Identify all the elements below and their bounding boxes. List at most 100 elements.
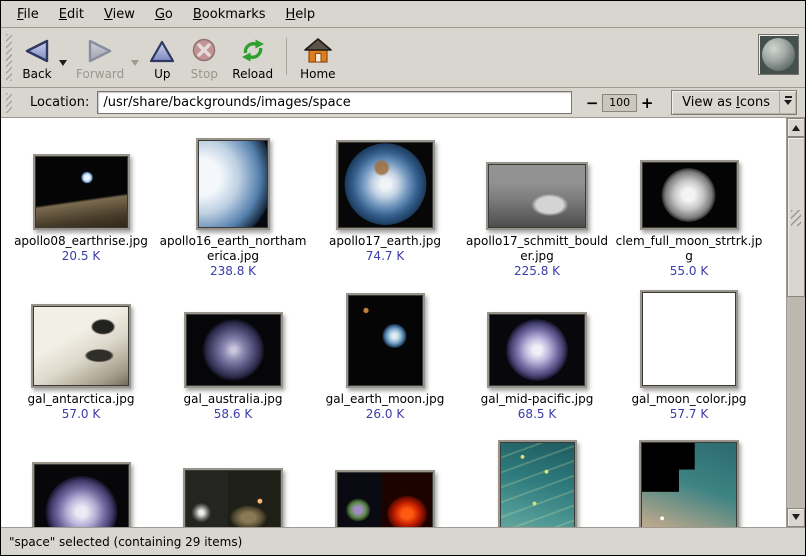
file-item-gal_antarctica.jpg[interactable]: gal_antarctica.jpg57.0 K — [5, 288, 157, 440]
thumbnail-image — [183, 468, 283, 527]
status-text: "space" selected (containing 29 items) — [9, 535, 242, 549]
file-size: 238.8 K — [210, 264, 256, 279]
file-size: 57.0 K — [62, 407, 100, 422]
file-row-3 — [5, 440, 786, 527]
throbber — [758, 34, 799, 75]
thumbnail-image — [639, 440, 739, 527]
file-name: apollo08_earthrise.jpg — [7, 234, 155, 249]
menu-bookmarks[interactable]: Bookmarks — [185, 3, 274, 26]
scrollbar-thumb[interactable] — [787, 137, 805, 297]
stop-button[interactable]: Stop — [183, 30, 225, 85]
icon-view[interactable]: apollo08_earthrise.jpg20.5 Kapollo16_ear… — [1, 118, 786, 527]
zoom-out-button[interactable]: − — [584, 94, 600, 112]
file-size: 74.7 K — [366, 249, 404, 264]
file-name: gal_earth_moon.jpg — [311, 392, 459, 407]
file-item-apollo16_earth_northamerica.jpg[interactable]: apollo16_earth_northamerica.jpg238.8 K — [157, 126, 309, 288]
thumbnail-image — [336, 140, 435, 230]
file-item-apollo17_earth.jpg[interactable]: apollo17_earth.jpg74.7 K — [309, 126, 461, 288]
menu-help[interactable]: Help — [278, 3, 324, 26]
file-row-2: gal_antarctica.jpg57.0 Kgal_australia.jp… — [5, 288, 786, 440]
reload-icon — [238, 35, 268, 67]
menu-file[interactable]: File — [9, 3, 47, 26]
forward-button[interactable]: Forward — [69, 30, 131, 85]
location-label: Location: — [30, 95, 89, 110]
toolbar-separator — [286, 38, 287, 75]
file-item-gal_moon_color.jpg[interactable]: gal_moon_color.jpg57.7 K — [613, 288, 765, 440]
stop-icon — [190, 35, 218, 67]
thumbnail-image — [32, 462, 131, 527]
file-item-apollo08_earthrise.jpg[interactable]: apollo08_earthrise.jpg20.5 K — [5, 126, 157, 288]
toolbar-grip[interactable] — [6, 34, 12, 81]
file-name: gal_antarctica.jpg — [7, 392, 155, 407]
vertical-scrollbar — [786, 118, 805, 527]
file-item-clem_full_moon_strtrk.jpg[interactable]: clem_full_moon_strtrk.jpg55.0 K — [613, 126, 765, 288]
thumbnail-image — [640, 290, 738, 388]
zoom-level-indicator: 100 — [602, 94, 637, 112]
menu-view[interactable]: View — [96, 3, 143, 26]
file-item-partial[interactable] — [461, 440, 613, 527]
up-icon — [148, 35, 176, 67]
status-bar: "space" selected (containing 29 items) — [1, 527, 805, 555]
file-item-partial[interactable] — [157, 440, 309, 527]
file-name: clem_full_moon_strtrk.jpg — [615, 234, 763, 264]
file-name: apollo17_schmitt_boulder.jpg — [463, 234, 611, 264]
reload-label: Reload — [232, 67, 273, 81]
file-manager-window: File Edit View Go Bookmarks Help Back — [0, 0, 806, 556]
file-item-partial[interactable] — [613, 440, 765, 527]
content-area: apollo08_earthrise.jpg20.5 Kapollo16_ear… — [1, 118, 805, 527]
file-size: 58.6 K — [214, 407, 252, 422]
back-icon — [22, 35, 52, 67]
location-bar-grip[interactable] — [6, 93, 12, 113]
thumbnail-image — [31, 304, 131, 388]
scrollbar-down-button[interactable] — [787, 508, 805, 527]
file-item-apollo17_schmitt_boulder.jpg[interactable]: apollo17_schmitt_boulder.jpg225.8 K — [461, 126, 613, 288]
thumbnail-image — [498, 440, 577, 527]
file-item-gal_australia.jpg[interactable]: gal_australia.jpg58.6 K — [157, 288, 309, 440]
file-item-gal_mid-pacific.jpg[interactable]: gal_mid-pacific.jpg68.5 K — [461, 288, 613, 440]
file-size: 26.0 K — [366, 407, 404, 422]
up-button[interactable]: Up — [141, 30, 183, 85]
file-name: gal_australia.jpg — [159, 392, 307, 407]
back-history-dropdown-icon[interactable] — [59, 60, 67, 70]
location-input[interactable] — [97, 91, 572, 114]
file-name: gal_mid-pacific.jpg — [463, 392, 611, 407]
view-mode-dropdown[interactable]: View as Icons — [671, 90, 797, 115]
home-button[interactable]: Home — [293, 30, 342, 85]
view-mode-dropdown-arrow-icon[interactable] — [779, 91, 796, 114]
file-size: 55.0 K — [670, 264, 708, 279]
zoom-in-button[interactable]: + — [639, 94, 655, 112]
menu-go[interactable]: Go — [147, 3, 181, 26]
thumbnail-image — [184, 312, 283, 388]
toolbar: Back Forward Up — [1, 28, 805, 88]
file-item-partial[interactable] — [5, 440, 157, 527]
thumbnail-image — [335, 470, 435, 527]
file-name: gal_moon_color.jpg — [615, 392, 763, 407]
up-label: Up — [154, 67, 170, 81]
file-name: apollo16_earth_northamerica.jpg — [159, 234, 307, 264]
reload-button[interactable]: Reload — [225, 30, 280, 85]
forward-history-dropdown-icon[interactable] — [131, 60, 139, 70]
down-arrow-icon — [792, 514, 800, 524]
back-label: Back — [22, 67, 51, 81]
thumbnail-image — [196, 138, 270, 230]
home-icon — [303, 35, 333, 67]
scrollbar-up-button[interactable] — [787, 118, 805, 137]
file-size: 225.8 K — [514, 264, 560, 279]
thumbnail-image — [487, 312, 587, 388]
file-size: 57.7 K — [670, 407, 708, 422]
file-row-1: apollo08_earthrise.jpg20.5 Kapollo16_ear… — [5, 126, 786, 288]
file-item-partial[interactable] — [309, 440, 461, 527]
file-item-gal_earth_moon.jpg[interactable]: gal_earth_moon.jpg26.0 K — [309, 288, 461, 440]
location-bar: Location: − 100 + View as Icons — [1, 88, 805, 118]
thumbnail-image — [640, 160, 739, 230]
menu-bar: File Edit View Go Bookmarks Help — [1, 1, 805, 28]
forward-icon — [85, 35, 115, 67]
back-button[interactable]: Back — [15, 30, 59, 85]
file-size: 20.5 K — [62, 249, 100, 264]
menu-edit[interactable]: Edit — [51, 3, 92, 26]
up-arrow-icon — [792, 121, 800, 131]
thumbnail-image — [33, 154, 130, 230]
forward-label: Forward — [76, 67, 124, 81]
file-name: apollo17_earth.jpg — [311, 234, 459, 249]
scrollbar-track[interactable] — [787, 137, 805, 508]
